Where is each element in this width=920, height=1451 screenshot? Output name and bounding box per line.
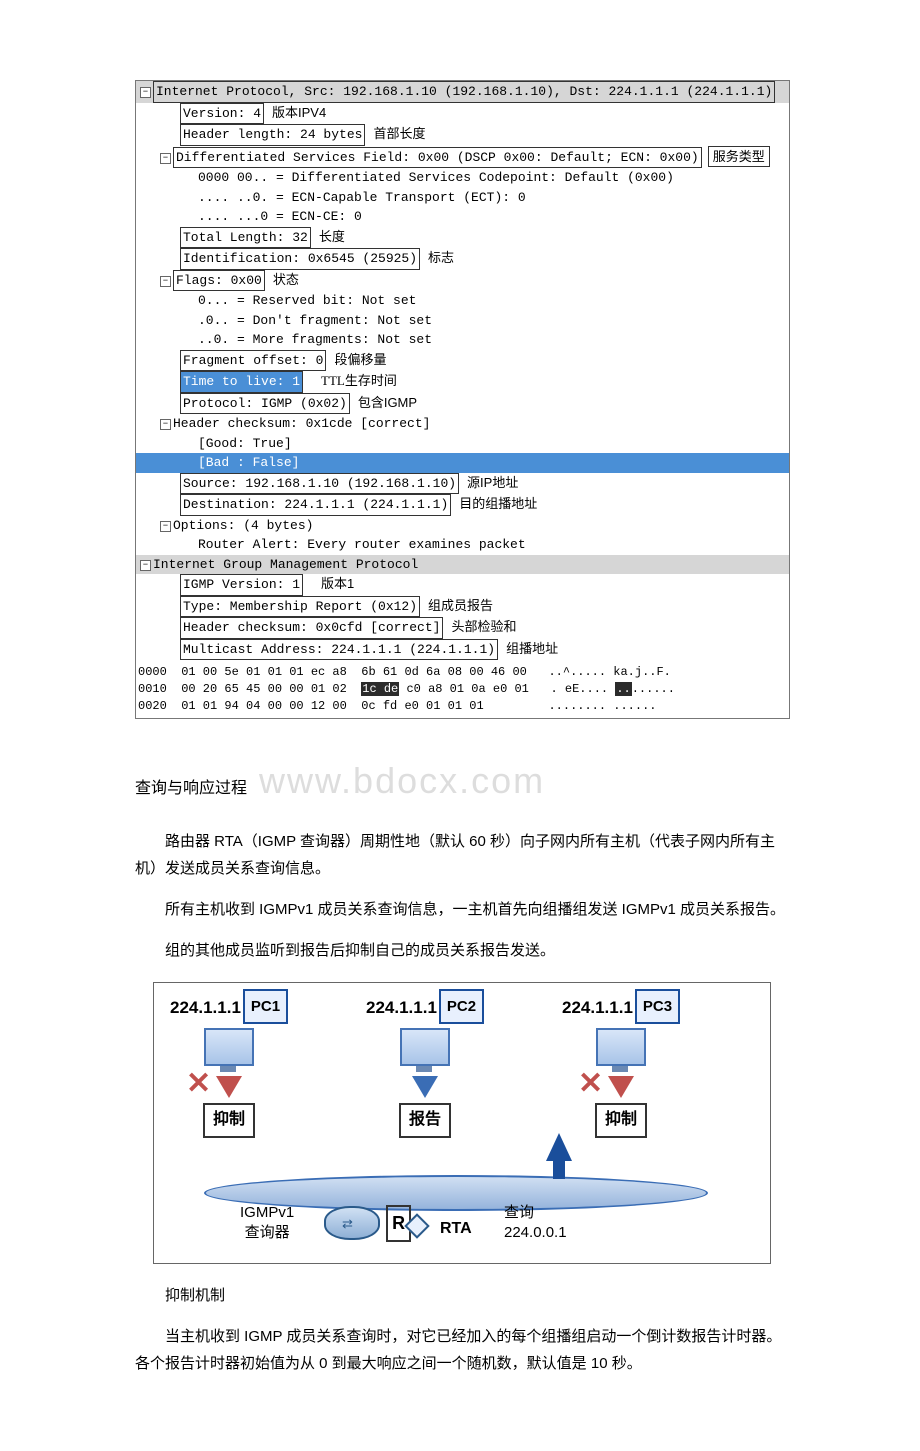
collapse-icon[interactable]: − [160,419,171,430]
collapse-icon[interactable]: − [160,521,171,532]
ip-header-row: −Internet Protocol, Src: 192.168.1.10 (1… [136,81,789,103]
paragraph: 当主机收到 IGMP 成员关系查询时，对它已经加入的每个组播组启动一个倒计数报告… [135,1323,790,1377]
arrow-down-icon [608,1076,634,1098]
collapse-icon[interactable]: − [160,276,171,287]
paragraph: 路由器 RTA（IGMP 查询器）周期性地（默认 60 秒）向子网内所有主机（代… [135,828,790,882]
packet-details-panel: −Internet Protocol, Src: 192.168.1.10 (1… [135,80,790,719]
router-icon: ⇄ [324,1206,380,1240]
igmp-header-row: −Internet Group Management Protocol [136,555,789,575]
watermark: 查询与响应过程 www.bdocx.com [135,749,790,814]
hex-dump: 0000 01 00 5e 01 01 01 ec a8 6b 61 0d 6a… [136,660,789,718]
paragraph: 抑制机制 [135,1282,790,1309]
x-icon: ✕ [186,1057,211,1111]
arrow-down-icon [216,1076,242,1098]
monitor-icon [204,1028,254,1066]
ttl-field: Time to live: 1 [180,371,303,393]
pc1-group: 224.1.1.1PC1 ✕ 抑制 [170,989,288,1138]
collapse-icon[interactable]: − [160,153,171,164]
x-icon: ✕ [578,1057,603,1111]
arrow-up-icon [546,1133,572,1161]
paragraph: 所有主机收到 IGMPv1 成员关系查询信息，一主机首先向组播组发送 IGMPv… [135,896,790,923]
monitor-icon [596,1028,646,1066]
topology-diagram: 224.1.1.1PC1 ✕ 抑制 224.1.1.1PC2 报告 224.1.… [153,982,771,1264]
collapse-icon[interactable]: − [140,560,151,571]
pc3-group: 224.1.1.1PC3 ✕ 抑制 [562,989,680,1138]
paragraph: 组的其他成员监听到报告后抑制自己的成员关系报告发送。 [135,937,790,964]
arrow-down-icon [412,1076,438,1098]
pc2-group: 224.1.1.1PC2 报告 [366,989,484,1138]
collapse-icon[interactable]: − [140,87,151,98]
monitor-icon [400,1028,450,1066]
